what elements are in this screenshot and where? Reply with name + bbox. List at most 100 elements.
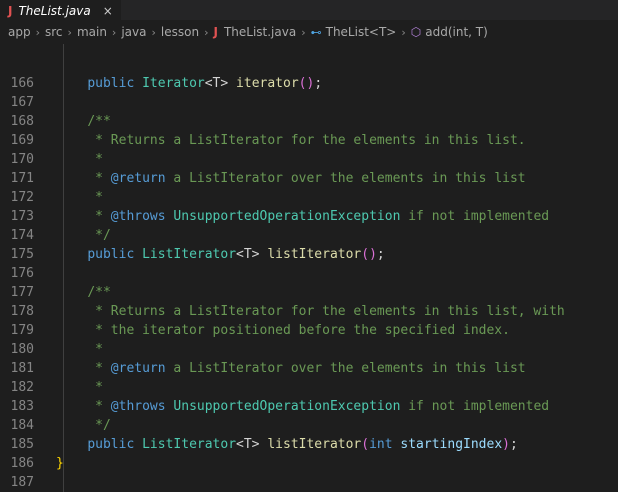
line-number: 184 <box>10 418 34 433</box>
code-line[interactable]: 184 */ <box>0 416 618 435</box>
breadcrumb-item-app[interactable]: app <box>8 25 31 39</box>
code-token: () <box>298 76 315 91</box>
code-token: @return <box>110 361 166 376</box>
code-line[interactable]: 169 * Returns a ListIterator for the ele… <box>0 131 618 150</box>
breadcrumb-item-file[interactable]: J TheList.java <box>213 25 296 39</box>
chevron-right-icon: › <box>35 25 40 39</box>
java-icon: J <box>8 4 13 18</box>
code-line[interactable]: 174 */ <box>0 226 618 245</box>
line-number: 171 <box>10 171 34 186</box>
chevron-right-icon: › <box>151 25 156 39</box>
breadcrumb-item-class[interactable]: ⊷ TheList<T> <box>311 25 397 39</box>
code-token: * <box>95 171 111 186</box>
code-token: * <box>95 380 103 395</box>
breadcrumb-label: TheList<T> <box>325 25 397 39</box>
code-editor[interactable]: 166 public Iterator<T> iterator(); 167 168… <box>0 44 618 492</box>
code-text: * @throws UnsupportedOperationException … <box>34 397 549 416</box>
code-text: /** <box>34 283 110 302</box>
line-number: 166 <box>10 76 34 91</box>
tab-thelist-java[interactable]: J TheList.java × <box>0 0 121 21</box>
code-line[interactable]: 173 * @throws UnsupportedOperationExcept… <box>0 207 618 226</box>
code-line[interactable]: 181 * @return a ListIterator over the el… <box>0 359 618 378</box>
code-token: } <box>56 456 64 471</box>
code-token: ( <box>361 437 370 452</box>
code-token: ; <box>376 247 385 262</box>
breadcrumb-item-java[interactable]: java <box>121 25 146 39</box>
code-line[interactable]: 168 /** <box>0 112 618 131</box>
line-number: 169 <box>10 133 34 148</box>
code-line[interactable]: 187 <box>0 473 618 492</box>
breadcrumb-item-main[interactable]: main <box>77 25 107 39</box>
breadcrumb-item-method[interactable]: ⬡ add(int, T) <box>411 25 488 39</box>
code-line[interactable]: 177 /** <box>0 283 618 302</box>
code-token: a ListIterator over the elements in this… <box>165 171 526 186</box>
code-token: ) <box>502 437 510 452</box>
code-token: UnsupportedOperationException <box>173 209 401 224</box>
code-line[interactable]: 182 * <box>0 378 618 397</box>
code-token: <T> <box>204 76 237 91</box>
code-token: * <box>95 152 103 167</box>
code-line[interactable]: 176 <box>0 264 618 283</box>
code-token: public <box>87 247 135 262</box>
code-token: * <box>95 190 103 205</box>
code-line[interactable]: 179 * the iterator positioned before the… <box>0 321 618 340</box>
code-token: startingIndex <box>400 437 503 452</box>
code-line[interactable]: 186} <box>0 454 618 473</box>
breadcrumb-item-src[interactable]: src <box>45 25 63 39</box>
line-number: 179 <box>10 323 34 338</box>
breadcrumb-label: lesson <box>160 25 200 39</box>
code-text: * Returns a ListIterator for the element… <box>34 302 565 321</box>
code-token: Iterator <box>142 76 205 91</box>
code-line[interactable]: 183 * @throws UnsupportedOperationExcept… <box>0 397 618 416</box>
code-line[interactable]: 172 * <box>0 188 618 207</box>
code-token: a ListIterator over the elements in this… <box>165 361 526 376</box>
code-token: * <box>95 209 111 224</box>
line-number: 174 <box>10 228 34 243</box>
line-number: 175 <box>10 247 34 262</box>
code-line[interactable]: 175 public ListIterator<T> listIterator(… <box>0 245 618 264</box>
code-line[interactable]: 180 * <box>0 340 618 359</box>
close-icon[interactable]: × <box>103 4 113 18</box>
code-text: } <box>34 454 64 473</box>
line-number: 176 <box>10 266 34 281</box>
breadcrumb: app › src › main › java › lesson › J TheL… <box>0 20 618 44</box>
code-line[interactable]: 171 * @return a ListIterator over the el… <box>0 169 618 188</box>
code-text: * the iterator positioned before the spe… <box>34 321 510 340</box>
code-text: * @return a ListIterator over the elemen… <box>34 359 526 378</box>
line-number: 186 <box>10 456 34 471</box>
code-token: @throws <box>110 209 166 224</box>
breadcrumb-label: src <box>45 25 63 39</box>
code-text: * <box>34 188 103 207</box>
code-line[interactable]: 178 * Returns a ListIterator for the ele… <box>0 302 618 321</box>
code-line[interactable]: 166 public Iterator<T> iterator(); <box>0 74 618 93</box>
code-line[interactable]: 167 <box>0 93 618 112</box>
code-text: * Returns a ListIterator for the element… <box>34 131 525 150</box>
breadcrumb-label: add(int, T) <box>425 25 488 39</box>
line-number: 170 <box>10 152 34 167</box>
code-line[interactable]: 170 * <box>0 150 618 169</box>
chevron-right-icon: › <box>401 25 406 39</box>
code-text: /** <box>34 112 110 131</box>
line-number: 177 <box>10 285 34 300</box>
code-text: * <box>34 340 103 359</box>
code-token: */ <box>95 228 111 243</box>
tab-label: TheList.java <box>18 4 91 18</box>
chevron-right-icon: › <box>111 25 117 39</box>
editor-tab-bar: J TheList.java × <box>0 0 618 21</box>
code-line[interactable]: 185 public ListIterator<T> listIterator(… <box>0 435 618 454</box>
breadcrumb-label: main <box>76 25 107 39</box>
line-number: 181 <box>10 361 34 376</box>
code-token: int <box>369 437 393 452</box>
breadcrumb-item-lesson[interactable]: lesson <box>161 25 199 39</box>
line-number: 183 <box>10 399 34 414</box>
